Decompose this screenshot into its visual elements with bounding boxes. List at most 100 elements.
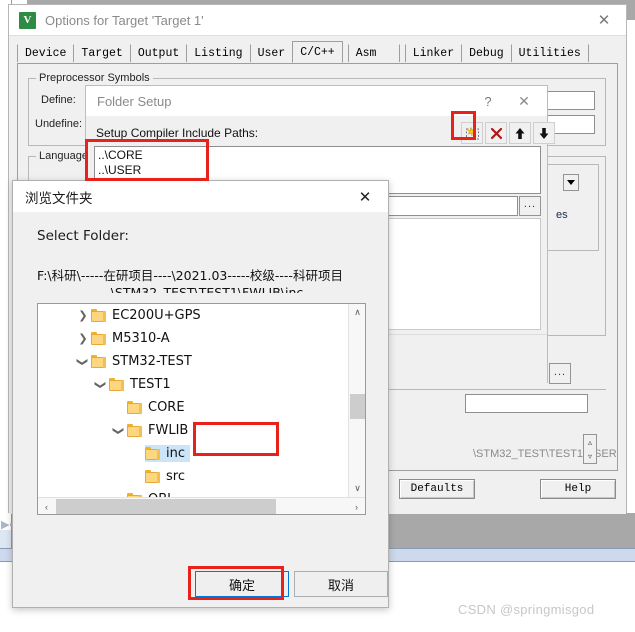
delete-x-glyph	[490, 127, 502, 139]
tree-item-content: FWLIB	[127, 423, 188, 438]
browse-folder-close-icon[interactable]: ✕	[344, 181, 386, 212]
tree-item-core[interactable]: ❯ CORE	[38, 396, 349, 419]
misc-controls-input[interactable]	[465, 394, 588, 413]
chevron-down-icon[interactable]: ❯	[111, 423, 127, 439]
selected-path-line1: F:\科研\-----在研项目----\2021.03-----校级----科研…	[37, 268, 343, 283]
language-group-label: Language	[36, 150, 91, 162]
new-path-glyph	[465, 126, 479, 140]
tab-user[interactable]: User	[249, 44, 294, 62]
folder-icon	[145, 470, 160, 483]
move-up-icon[interactable]	[509, 122, 531, 144]
defaults-button[interactable]: Defaults	[399, 479, 475, 499]
tree-item-label: src	[166, 469, 185, 484]
tab-device[interactable]: Device	[17, 44, 75, 62]
tree-item-label: TEST1	[130, 377, 171, 392]
tree-item-content: src	[145, 469, 185, 484]
tree-item-label: M5310-A	[112, 331, 170, 346]
selected-path-text: F:\科研\-----在研项目----\2021.03-----校级----科研…	[37, 267, 377, 293]
tree-item-stm32-test[interactable]: ❯ STM32-TEST	[38, 350, 349, 373]
preprocessor-symbols-label: Preprocessor Symbols	[36, 72, 153, 84]
folder-icon	[91, 309, 106, 322]
tree-item-ec200u-gps[interactable]: ❯ EC200U+GPS	[38, 304, 349, 327]
chevron-down-icon[interactable]: ❯	[93, 377, 109, 393]
scroll-left-icon[interactable]: ‹	[38, 498, 55, 514]
tree-item-content: STM32-TEST	[91, 354, 192, 369]
tab-asm[interactable]: Asm	[347, 44, 400, 62]
tab-utilities[interactable]: Utilities	[510, 44, 589, 62]
tree-item-content: M5310-A	[91, 331, 170, 346]
compiler-string-scroll[interactable]: ▵ ▿	[583, 434, 597, 464]
help-icon[interactable]: ?	[475, 86, 501, 116]
chevron-right-icon[interactable]: ❯	[75, 308, 91, 324]
tree-item-m5310-a[interactable]: ❯ M5310-A	[38, 327, 349, 350]
folder-icon	[91, 332, 106, 345]
folder-setup-title: Folder Setup	[97, 93, 172, 109]
tab-c-cpp[interactable]: C/C++	[292, 41, 343, 63]
folder-tree[interactable]: ❯ EC200U+GPS ❯ M5310-A ❯ STM32-TEST ❯ TE…	[37, 303, 366, 515]
path-browse-button[interactable]: ...	[519, 196, 541, 216]
chevron-placeholder-icon: ❯	[129, 446, 145, 462]
scroll-down-icon[interactable]: ∨	[349, 480, 365, 497]
chevron-placeholder-icon: ❯	[111, 400, 127, 416]
move-down-icon[interactable]	[533, 122, 555, 144]
tree-horizontal-scrollbar[interactable]: ‹ ›	[38, 497, 365, 514]
tree-item-label: FWLIB	[148, 423, 189, 438]
tree-item-fwlib[interactable]: ❯ FWLIB	[38, 419, 349, 442]
ok-button[interactable]: 确定	[195, 571, 289, 597]
tree-item-inc[interactable]: ❯ inc	[38, 442, 349, 465]
tab-output[interactable]: Output	[129, 44, 188, 62]
browse-folder-titlebar[interactable]: 浏览文件夹 ✕	[13, 181, 388, 212]
setup-include-paths-label: Setup Compiler Include Paths:	[96, 126, 259, 140]
tab-linker[interactable]: Linker	[404, 44, 463, 62]
folder-setup-titlebar[interactable]: Folder Setup ? ✕	[86, 86, 547, 116]
keil-uvision-icon: V	[19, 11, 36, 29]
options-tabstrip: Device Target Output Listing User C/C++ …	[17, 41, 589, 63]
scroll-down-icon[interactable]: ▿	[584, 449, 596, 463]
undefine-label: Undefine:	[35, 118, 83, 130]
cancel-button[interactable]: 取消	[294, 571, 388, 597]
tree-item-label: inc	[166, 446, 185, 461]
screen-root: ▶▪T CSDN @springmisgod V Options for Tar…	[0, 0, 635, 632]
tree-item-content: inc	[145, 445, 190, 462]
delete-path-icon[interactable]	[485, 122, 507, 144]
options-titlebar[interactable]: V Options for Target 'Target 1' ✕	[9, 5, 626, 35]
tree-item-content: TEST1	[109, 377, 171, 392]
help-button[interactable]: Help	[540, 479, 616, 499]
scroll-up-icon[interactable]: ▵	[584, 435, 596, 449]
tab-target[interactable]: Target	[73, 44, 131, 62]
tree-item-test1[interactable]: ❯ TEST1	[38, 373, 349, 396]
csdn-watermark: CSDN @springmisgod	[458, 602, 595, 617]
selected-path-line2: \STM32_TEST\TEST1\FWLIB\inc	[110, 285, 304, 293]
chevron-down-icon[interactable]: ❯	[75, 354, 91, 370]
tree-item-label: CORE	[148, 400, 185, 415]
folder-tree-items: ❯ EC200U+GPS ❯ M5310-A ❯ STM32-TEST ❯ TE…	[38, 304, 349, 497]
tab-debug[interactable]: Debug	[461, 44, 512, 62]
tab-listing[interactable]: Listing	[186, 44, 251, 62]
arrow-down-glyph	[539, 127, 549, 139]
ide-tree-selected-row	[0, 530, 11, 548]
define-label: Define:	[41, 94, 76, 106]
folder-setup-close-icon[interactable]: ✕	[505, 86, 543, 116]
browse-folder-title: 浏览文件夹	[25, 190, 93, 207]
folder-icon	[127, 401, 142, 414]
folder-icon	[109, 378, 124, 391]
scroll-right-icon[interactable]: ›	[348, 498, 365, 514]
scroll-thumb[interactable]	[350, 394, 365, 419]
chevron-placeholder-icon: ❯	[129, 469, 145, 485]
tree-item-src[interactable]: ❯ src	[38, 465, 349, 488]
tree-vertical-scrollbar[interactable]: ∧ ∨	[348, 304, 365, 497]
folder-setup-toolbar: Setup Compiler Include Paths:	[94, 122, 555, 144]
tree-item-obj[interactable]: ❯ OBJ	[38, 488, 349, 497]
tree-item-content: EC200U+GPS	[91, 308, 201, 323]
list-item[interactable]: ..\USER	[98, 163, 537, 178]
options-title-text: Options for Target 'Target 1'	[45, 12, 204, 28]
browse-folder-window: 浏览文件夹 ✕ Select Folder: F:\科研\-----在研项目--…	[12, 180, 389, 608]
hscroll-thumb[interactable]	[56, 499, 276, 514]
options-close-icon[interactable]: ✕	[582, 5, 626, 35]
keil-icon-letter: V	[23, 13, 32, 26]
tree-item-label: STM32-TEST	[112, 354, 192, 369]
chevron-right-icon[interactable]: ❯	[75, 331, 91, 347]
list-item[interactable]: ..\CORE	[98, 148, 537, 163]
new-path-icon[interactable]	[461, 122, 483, 144]
scroll-up-icon[interactable]: ∧	[349, 304, 365, 321]
